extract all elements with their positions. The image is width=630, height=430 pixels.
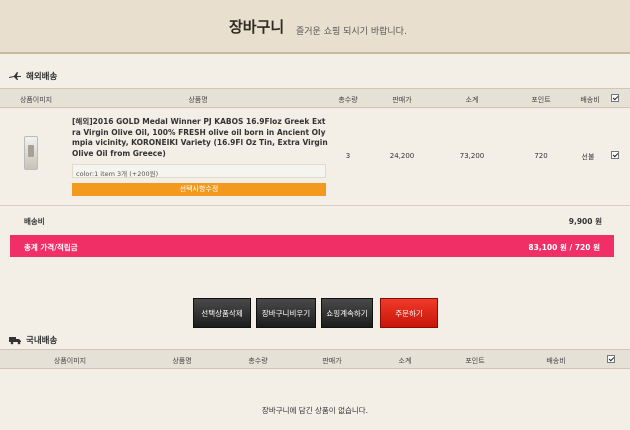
col-name: 상품명	[172, 357, 192, 365]
col-name: 상품명	[188, 96, 208, 104]
edit-option-button[interactable]: 선택사항수정	[72, 183, 326, 196]
product-price: 24,200	[389, 152, 415, 160]
domestic-section-label: 국내배송	[26, 336, 58, 346]
col-point: 포인트	[465, 357, 485, 365]
product-name[interactable]: [해외]2016 GOLD Medal Winner PJ KABOS 16.9…	[72, 117, 328, 159]
product-shipping: 선불	[581, 153, 595, 161]
airplane-icon	[8, 71, 22, 81]
col-shipping: 배송비	[580, 96, 600, 104]
product-subtotal: 73,200	[459, 152, 485, 160]
col-subtotal: 소계	[398, 357, 412, 365]
col-image: 상품이미지	[53, 357, 87, 365]
item-checkbox[interactable]	[611, 151, 619, 159]
domestic-table-header: 상품이미지 상품명 총수량 판매가 소계 포인트 배송비	[0, 349, 630, 369]
overseas-table-header: 상품이미지 상품명 총수량 판매가 소계 포인트 배송비	[0, 88, 630, 108]
total-value: 83,100 원 / 720 원	[528, 243, 600, 252]
overseas-section-title: 해외배송	[8, 69, 57, 83]
page-header: 장바구니 즐거운 쇼핑 되시기 바랍니다.	[0, 0, 630, 54]
col-image: 상품이미지	[19, 96, 53, 104]
total-bar: 총계 가격/적립금 83,100 원 / 720 원	[10, 235, 614, 257]
col-subtotal: 소계	[465, 96, 479, 104]
col-shipping: 배송비	[546, 357, 566, 365]
shipping-fee-label: 배송비	[24, 217, 45, 226]
col-qty: 총수량	[248, 357, 268, 365]
col-price: 판매가	[322, 357, 342, 365]
product-thumbnail	[24, 136, 38, 170]
col-price: 판매가	[392, 96, 412, 104]
overseas-section-label: 해외배송	[26, 72, 58, 82]
page-title: 장바구니	[229, 18, 285, 36]
order-button[interactable]: 주문하기	[380, 298, 438, 328]
shipping-fee-value: 9,900 원	[568, 217, 602, 226]
total-label: 총계 가격/적립금	[24, 243, 78, 252]
option-summary: color:1 item 3개 (+200원)	[72, 164, 326, 178]
product-point: 720	[534, 152, 548, 160]
col-point: 포인트	[531, 96, 551, 104]
empty-cart-button[interactable]: 장바구니비우기	[256, 298, 316, 328]
product-quantity: 3	[345, 152, 351, 160]
empty-cart-message: 장바구니에 담긴 상품이 없습니다.	[261, 406, 369, 415]
continue-shopping-button[interactable]: 쇼핑계속하기	[321, 298, 373, 328]
truck-icon	[8, 335, 22, 345]
page-subtitle: 즐거운 쇼핑 되시기 바랍니다.	[296, 27, 407, 37]
domestic-section-title: 국내배송	[8, 333, 57, 347]
select-all-checkbox[interactable]	[607, 355, 615, 363]
select-all-checkbox[interactable]	[611, 94, 619, 102]
delete-selected-button[interactable]: 선택상품삭제	[193, 298, 251, 328]
col-qty: 총수량	[338, 96, 358, 104]
